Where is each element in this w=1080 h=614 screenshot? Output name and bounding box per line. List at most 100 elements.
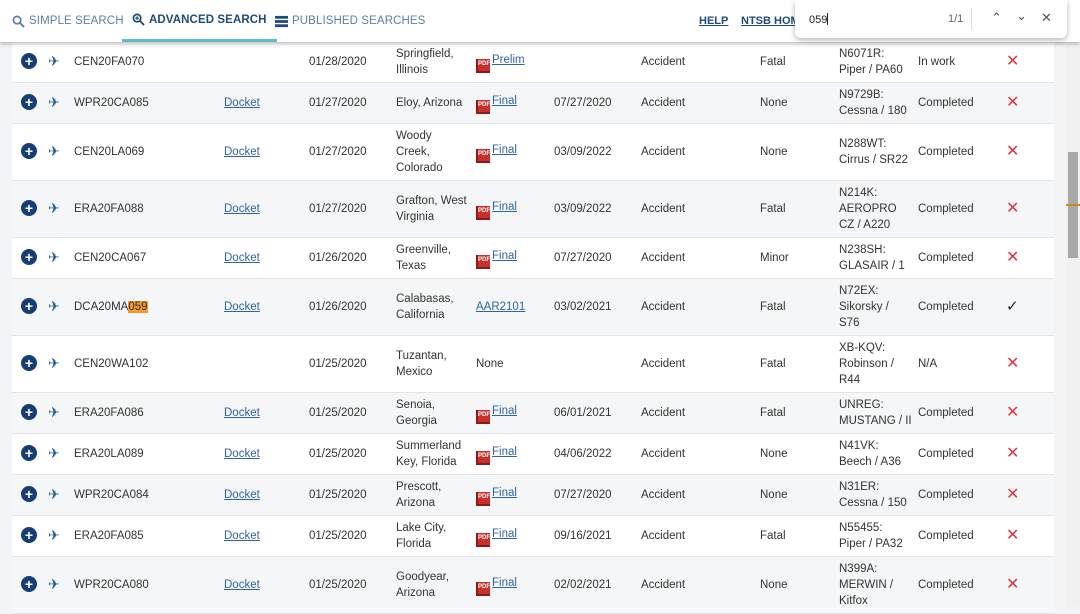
report-link[interactable]: Final bbox=[492, 446, 517, 458]
event-type: Accident bbox=[641, 146, 686, 158]
status: Completed bbox=[918, 579, 974, 591]
expand-plus-icon[interactable]: + bbox=[21, 527, 37, 543]
injury: None bbox=[760, 97, 788, 109]
x-icon: ✕ bbox=[1006, 403, 1020, 421]
table-row: + ✈︎ CEN20FA070 01/28/2020 Springfield, … bbox=[12, 42, 1054, 83]
location: Summerland Key, Florida bbox=[396, 440, 462, 468]
x-icon: ✕ bbox=[1006, 526, 1020, 544]
report-date bbox=[554, 336, 641, 393]
expand-plus-icon[interactable]: + bbox=[21, 249, 37, 265]
event-type: Accident bbox=[641, 489, 686, 501]
location: Calabasas, California bbox=[396, 293, 454, 321]
scrollbar[interactable] bbox=[1066, 42, 1080, 607]
injury: Fatal bbox=[760, 203, 786, 215]
report-date: 07/27/2020 bbox=[554, 97, 612, 109]
location: Springfield, Illinois bbox=[396, 48, 454, 76]
injury: Fatal bbox=[760, 56, 786, 68]
location: Lake City, Florida bbox=[396, 522, 447, 550]
expand-plus-icon[interactable]: + bbox=[21, 200, 37, 216]
event-date: 01/26/2020 bbox=[309, 301, 367, 313]
results-table: + ✈︎ CEN20FA070 01/28/2020 Springfield, … bbox=[12, 42, 1054, 614]
event-type: Accident bbox=[641, 97, 686, 109]
report-date bbox=[554, 42, 641, 83]
report-link[interactable]: Final bbox=[492, 250, 517, 262]
docket-link[interactable]: Docket bbox=[224, 301, 260, 313]
pdf-icon: PDF bbox=[476, 409, 490, 424]
airplane-icon: ✈︎ bbox=[48, 355, 60, 371]
report-date: 02/02/2021 bbox=[554, 579, 612, 591]
report-link[interactable]: AAR2101 bbox=[476, 301, 525, 313]
event-type: Accident bbox=[641, 358, 686, 370]
event-date: 01/25/2020 bbox=[309, 358, 367, 370]
pdf-icon: PDF bbox=[476, 205, 490, 220]
docket-link[interactable]: Docket bbox=[224, 146, 260, 158]
aircraft: N41VK: Beech / A36 bbox=[839, 440, 902, 468]
table-row: + ✈︎ ERA20FA088 Docket 01/27/2020 Grafto… bbox=[12, 180, 1054, 238]
ntsb-number: DCA20MA bbox=[74, 301, 129, 313]
tab-advanced-search[interactable]: ADVANCED SEARCH bbox=[122, 0, 277, 42]
ntsb-home-link[interactable]: NTSB HOM bbox=[741, 15, 800, 27]
docket-link[interactable]: Docket bbox=[224, 252, 260, 264]
airplane-icon: ✈︎ bbox=[48, 200, 60, 216]
report-link[interactable]: Final bbox=[492, 95, 517, 107]
expand-plus-icon[interactable]: + bbox=[21, 298, 37, 314]
expand-plus-icon[interactable]: + bbox=[21, 355, 37, 371]
tab-simple-search[interactable]: SIMPLE SEARCH bbox=[12, 0, 124, 42]
pdf-icon: PDF bbox=[476, 58, 490, 73]
x-icon: ✕ bbox=[1006, 248, 1020, 266]
report-link[interactable]: Final bbox=[492, 144, 517, 156]
aircraft: N399A: MERWIN / Kitfox bbox=[839, 563, 894, 607]
ntsb-number: ERA20FA086 bbox=[74, 407, 144, 419]
expand-plus-icon[interactable]: + bbox=[21, 486, 37, 502]
injury: Fatal bbox=[760, 301, 786, 313]
chevron-down-icon[interactable]: ⌄ bbox=[1016, 8, 1027, 24]
expand-plus-icon[interactable]: + bbox=[21, 143, 37, 159]
docket-link[interactable]: Docket bbox=[224, 579, 260, 591]
pdf-icon: PDF bbox=[476, 532, 490, 547]
docket-link[interactable]: Docket bbox=[224, 489, 260, 501]
location: Senoia, Georgia bbox=[396, 399, 437, 427]
injury: None bbox=[760, 448, 788, 460]
help-link[interactable]: HELP bbox=[699, 15, 728, 27]
expand-plus-icon[interactable]: + bbox=[21, 53, 37, 69]
tab-label: ADVANCED SEARCH bbox=[149, 13, 267, 26]
report-link[interactable]: Final bbox=[492, 577, 517, 589]
ntsb-number: WPR20CA080 bbox=[74, 579, 149, 591]
status: Completed bbox=[918, 407, 974, 419]
event-date: 01/28/2020 bbox=[309, 56, 367, 68]
airplane-icon: ✈︎ bbox=[48, 527, 60, 543]
docket-link[interactable]: Docket bbox=[224, 448, 260, 460]
aircraft: N72EX: Sikorsky / S76 bbox=[839, 285, 889, 329]
report-link[interactable]: Final bbox=[492, 528, 517, 540]
report-link[interactable]: Final bbox=[492, 487, 517, 499]
expand-plus-icon[interactable]: + bbox=[21, 94, 37, 110]
table-row: + ✈︎ CEN20WA102 01/25/2020 Tuzantan, Mex… bbox=[12, 336, 1054, 393]
x-icon: ✕ bbox=[1006, 575, 1020, 593]
report-text: None bbox=[476, 358, 504, 370]
injury: Fatal bbox=[760, 358, 786, 370]
event-date: 01/25/2020 bbox=[309, 579, 367, 591]
expand-plus-icon[interactable]: + bbox=[21, 445, 37, 461]
expand-plus-icon[interactable]: + bbox=[21, 404, 37, 420]
docket-link[interactable]: Docket bbox=[224, 203, 260, 215]
airplane-icon: ✈︎ bbox=[48, 94, 60, 110]
tab-published-searches[interactable]: PUBLISHED SEARCHES bbox=[275, 0, 425, 42]
status: Completed bbox=[918, 97, 974, 109]
close-icon[interactable]: ✕ bbox=[1041, 10, 1052, 26]
injury: None bbox=[760, 146, 788, 158]
chevron-up-icon[interactable]: ⌃ bbox=[991, 10, 1002, 26]
pdf-icon: PDF bbox=[476, 148, 490, 163]
report-link[interactable]: Prelim bbox=[492, 54, 525, 66]
find-input[interactable]: 059 bbox=[809, 13, 828, 26]
docket-link[interactable]: Docket bbox=[224, 97, 260, 109]
airplane-icon: ✈︎ bbox=[48, 445, 60, 461]
find-bar: 059 1/1 ⌃ ⌄ ✕ bbox=[795, 0, 1067, 38]
docket-link[interactable]: Docket bbox=[224, 407, 260, 419]
ntsb-number: ERA20LA089 bbox=[74, 448, 144, 460]
expand-plus-icon[interactable]: + bbox=[21, 576, 37, 592]
event-date: 01/25/2020 bbox=[309, 530, 367, 542]
docket-link[interactable]: Docket bbox=[224, 530, 260, 542]
airplane-icon: ✈︎ bbox=[48, 576, 60, 592]
report-link[interactable]: Final bbox=[492, 405, 517, 417]
report-link[interactable]: Final bbox=[492, 201, 517, 213]
